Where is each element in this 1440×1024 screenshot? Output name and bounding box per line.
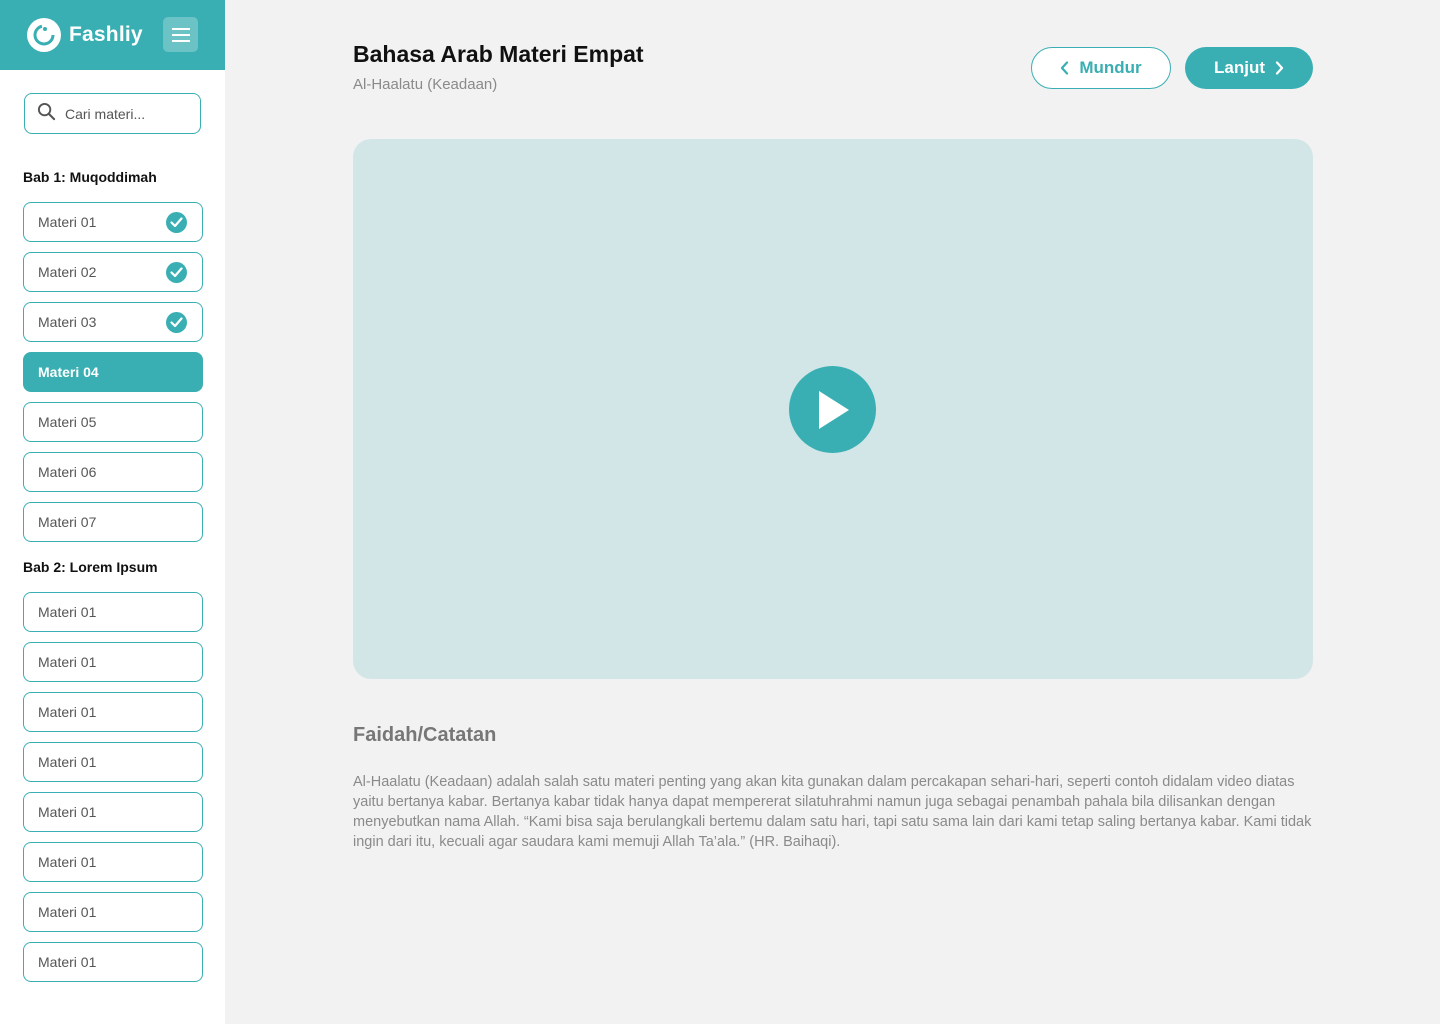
lesson-item-bab1-materi-01[interactable]: Materi 01 bbox=[23, 202, 203, 242]
lesson-item-bab1-materi-02[interactable]: Materi 02 bbox=[23, 252, 203, 292]
search-input[interactable] bbox=[65, 105, 185, 122]
back-button-label: Mundur bbox=[1079, 58, 1142, 77]
lesson-item-label: Materi 07 bbox=[38, 514, 97, 530]
back-button[interactable]: Mundur bbox=[1031, 47, 1171, 89]
fashliy-logo-icon[interactable] bbox=[27, 18, 61, 52]
lesson-item-bab1-materi-04-active[interactable]: Materi 04 bbox=[23, 352, 203, 392]
lesson-item-label: Materi 04 bbox=[38, 364, 99, 380]
check-circle-icon bbox=[166, 262, 187, 283]
brand-bar: Fashliy bbox=[0, 0, 225, 70]
lesson-item-label: Materi 06 bbox=[38, 464, 97, 480]
lesson-item-label: Materi 01 bbox=[38, 654, 97, 670]
lesson-item-label: Materi 01 bbox=[38, 704, 97, 720]
page-title: Bahasa Arab Materi Empat bbox=[353, 41, 644, 67]
hamburger-menu-icon[interactable] bbox=[163, 17, 198, 52]
lesson-item-label: Materi 01 bbox=[38, 854, 97, 870]
lesson-item-bab2[interactable]: Materi 01 bbox=[23, 842, 203, 882]
lesson-item-bab2[interactable]: Materi 01 bbox=[23, 942, 203, 982]
lesson-item-bab2[interactable]: Materi 01 bbox=[23, 592, 203, 632]
search-icon bbox=[37, 102, 56, 126]
lesson-item-bab1-materi-03[interactable]: Materi 03 bbox=[23, 302, 203, 342]
lesson-item-label: Materi 01 bbox=[38, 214, 97, 230]
section-title-bab-2: Bab 2: Lorem Ipsum bbox=[23, 559, 158, 575]
lesson-item-label: Materi 05 bbox=[38, 414, 97, 430]
next-button[interactable]: Lanjut bbox=[1185, 47, 1313, 89]
check-circle-icon bbox=[166, 312, 187, 333]
app-name: Fashliy bbox=[69, 23, 143, 46]
next-button-label: Lanjut bbox=[1214, 58, 1265, 77]
lesson-item-bab1-materi-06[interactable]: Materi 06 bbox=[23, 452, 203, 492]
search-field[interactable] bbox=[24, 93, 201, 134]
notes-body: Al-Haalatu (Keadaan) adalah salah satu m… bbox=[353, 774, 1312, 850]
lesson-item-label: Materi 03 bbox=[38, 314, 97, 330]
check-circle-icon bbox=[166, 212, 187, 233]
lesson-item-label: Materi 01 bbox=[38, 604, 97, 620]
lesson-item-bab1-materi-07[interactable]: Materi 07 bbox=[23, 502, 203, 542]
lesson-item-bab2[interactable]: Materi 01 bbox=[23, 692, 203, 732]
chevron-left-icon bbox=[1060, 61, 1079, 75]
sidebar: Fashliy Bab 1: Muqoddimah Materi 01 Mate… bbox=[0, 0, 225, 1024]
lesson-item-bab2[interactable]: Materi 01 bbox=[23, 892, 203, 932]
lesson-item-label: Materi 01 bbox=[38, 804, 97, 820]
play-icon[interactable] bbox=[789, 366, 876, 453]
section-title-bab-1: Bab 1: Muqoddimah bbox=[23, 169, 157, 185]
page-subtitle: Al-Haalatu (Keadaan) bbox=[353, 76, 498, 93]
lesson-item-label: Materi 01 bbox=[38, 904, 97, 920]
video-player[interactable] bbox=[353, 139, 1313, 679]
lesson-item-bab2[interactable]: Materi 01 bbox=[23, 742, 203, 782]
lesson-item-label: Materi 02 bbox=[38, 264, 97, 280]
lesson-item-label: Materi 01 bbox=[38, 954, 97, 970]
chevron-right-icon bbox=[1265, 61, 1284, 75]
notes-title: Faidah/Catatan bbox=[353, 724, 497, 746]
lesson-item-label: Materi 01 bbox=[38, 754, 97, 770]
lesson-item-bab1-materi-05[interactable]: Materi 05 bbox=[23, 402, 203, 442]
lesson-item-bab2[interactable]: Materi 01 bbox=[23, 642, 203, 682]
lesson-item-bab2[interactable]: Materi 01 bbox=[23, 792, 203, 832]
